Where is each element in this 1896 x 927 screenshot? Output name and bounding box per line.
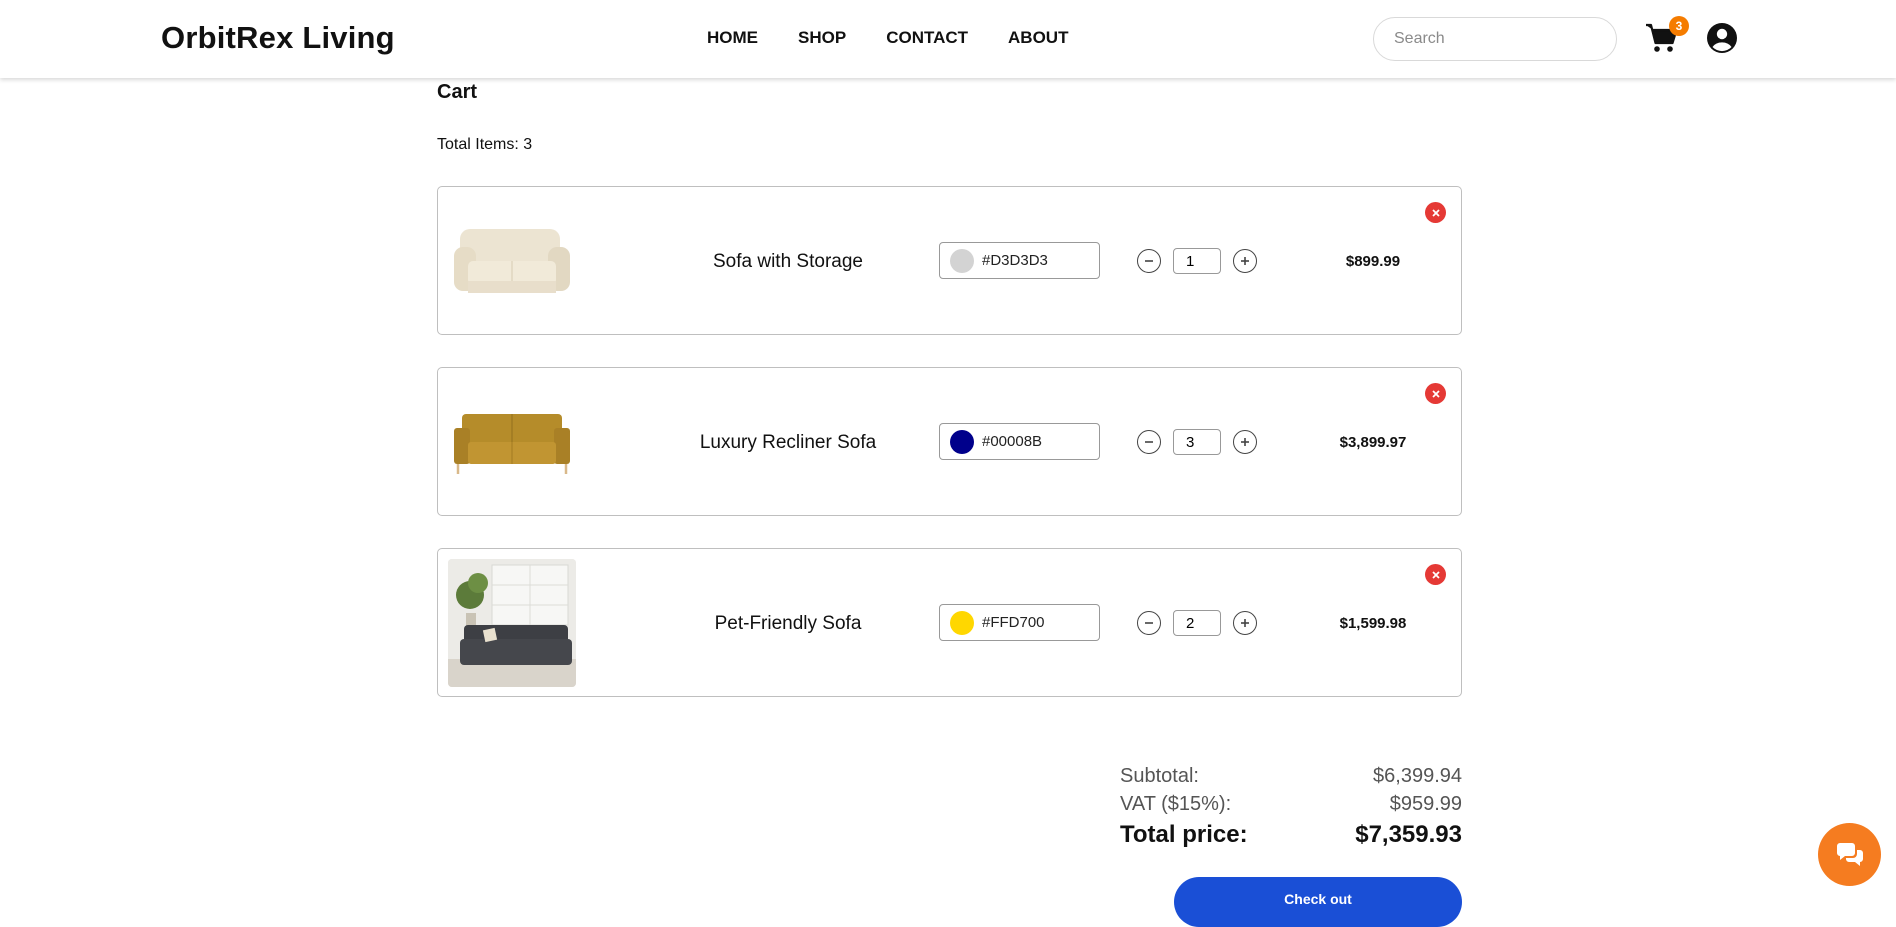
subtotal-label: Subtotal: [1120,765,1199,787]
page-title: Cart [437,81,478,103]
order-summary: Subtotal: $6,399.94 VAT ($15%): $959.99 … [1120,762,1462,852]
quantity-stepper [1137,248,1257,274]
nav-about[interactable]: ABOUT [1008,28,1068,48]
minus-icon[interactable] [1137,430,1161,454]
color-hex-value: #FFD700 [982,614,1045,631]
color-picker[interactable]: #FFD700 [939,604,1100,641]
product-name: Sofa with Storage [713,250,863,272]
nav-shop[interactable]: SHOP [798,28,846,48]
color-picker[interactable]: #00008B [939,423,1100,460]
plus-icon[interactable] [1233,430,1257,454]
cart-item: Sofa with Storage #D3D3D3 $899.99 [437,186,1462,335]
quantity-input[interactable] [1173,610,1221,636]
remove-item-close-icon[interactable] [1425,383,1446,404]
quantity-stepper [1137,429,1257,455]
color-swatch [950,429,974,454]
checkout-button[interactable]: Check out [1174,877,1462,927]
remove-item-close-icon[interactable] [1425,564,1446,585]
nav-home[interactable]: HOME [707,28,758,48]
main-nav: HOME SHOP CONTACT ABOUT [707,28,1108,48]
quantity-input[interactable] [1173,248,1221,274]
cart-item: Luxury Recliner Sofa #00008B $3,899.97 [437,367,1462,516]
quantity-stepper [1137,610,1257,636]
total-row: Total price: $7,359.93 [1120,818,1462,852]
subtotal-value: $6,399.94 [1373,765,1462,787]
minus-icon[interactable] [1137,249,1161,273]
vat-value: $959.99 [1389,793,1462,815]
product-image [448,197,576,325]
nav-contact[interactable]: CONTACT [886,28,968,48]
color-picker[interactable]: #D3D3D3 [939,242,1100,279]
vat-label: VAT ($15%): [1120,793,1232,815]
product-image [448,559,576,687]
site-logo[interactable]: OrbitRex Living [161,20,395,56]
product-image [448,378,576,506]
product-name: Luxury Recliner Sofa [699,431,877,453]
subtotal-row: Subtotal: $6,399.94 [1120,762,1462,790]
total-value: $7,359.93 [1355,821,1462,848]
user-account-icon[interactable] [1706,22,1738,54]
vat-row: VAT ($15%): $959.99 [1120,790,1462,818]
plus-icon[interactable] [1233,611,1257,635]
color-swatch [950,610,974,635]
total-items-count: Total Items: 3 [437,136,533,153]
total-label: Total price: [1120,821,1248,848]
site-header: OrbitRex Living HOME SHOP CONTACT ABOUT … [0,0,1896,78]
quantity-input[interactable] [1173,429,1221,455]
color-swatch [950,248,974,273]
color-hex-value: #00008B [982,433,1043,450]
search-input[interactable] [1394,30,1601,48]
chat-icon[interactable] [1818,823,1881,886]
minus-icon[interactable] [1137,611,1161,635]
remove-item-close-icon[interactable] [1425,202,1446,223]
cart-count-badge: 3 [1669,16,1689,36]
search-box [1373,17,1617,61]
product-name: Pet-Friendly Sofa [714,612,862,634]
cart-item: Pet-Friendly Sofa #FFD700 $1,599.98 [437,548,1462,697]
color-hex-value: #D3D3D3 [982,252,1048,269]
plus-icon[interactable] [1233,249,1257,273]
